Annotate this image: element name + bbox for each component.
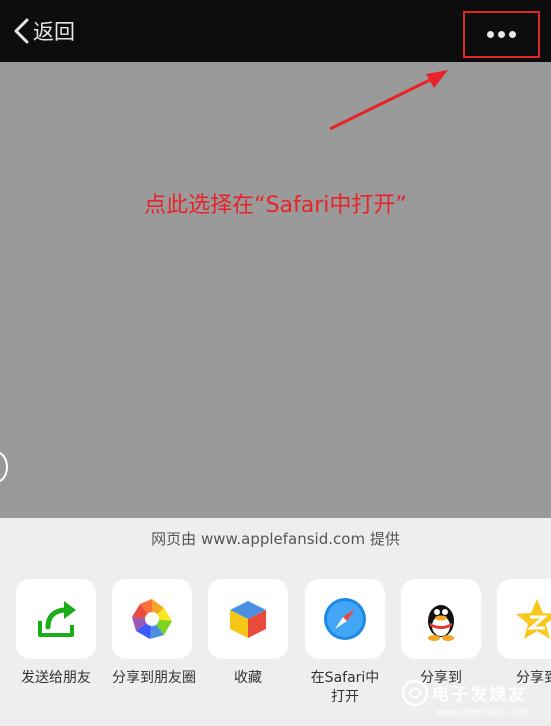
share-item-favorites[interactable]: 收藏 [208, 579, 288, 688]
provider-text: 网页由 www.applefansid.com 提供 [151, 530, 400, 548]
qq-icon [428, 605, 454, 641]
share-tile[interactable] [305, 579, 385, 659]
annotation-text: 点此选择在“Safari中打开” [144, 193, 407, 218]
share-item-label: 收藏 [234, 670, 262, 686]
share-tile[interactable] [112, 579, 192, 659]
share-tile[interactable] [401, 579, 481, 659]
share-item-label: 在Safari中 打开 [310, 670, 380, 705]
web-content-area: 点此选择在“Safari中打开” [0, 62, 551, 518]
more-menu-button[interactable] [463, 11, 540, 58]
share-item-send-to-friend[interactable]: 发送给朋友 [16, 579, 96, 688]
ellipsis-icon [498, 31, 505, 38]
back-label: 返回 [33, 20, 75, 44]
ellipsis-icon [487, 31, 494, 38]
share-item-moments[interactable]: 分享到朋友圈 [112, 579, 196, 688]
favorites-icon [230, 601, 266, 638]
annotation-arrow [329, 70, 448, 131]
share-tile[interactable] [497, 579, 551, 659]
safari-icon [324, 598, 366, 640]
share-item-open-in-safari[interactable]: 在Safari中 打开 [305, 579, 385, 707]
ellipsis-icon [509, 31, 516, 38]
chevron-left-icon [14, 18, 29, 44]
top-navigation-bar: 返回 [0, 0, 551, 62]
qzone-icon [516, 599, 551, 639]
back-button[interactable]: 返回 [12, 16, 75, 46]
watermark-url: www.elecfans.com [436, 707, 530, 718]
send-to-friend-icon [38, 601, 76, 637]
watermark-name: 电子发烧友 [432, 685, 527, 705]
share-item-label: 发送给朋友 [21, 670, 91, 686]
share-item-label: 分享到朋友圈 [112, 670, 196, 686]
watermark: 电子发烧友 www.elecfans.com [400, 672, 551, 726]
moments-icon [132, 599, 172, 639]
share-tile[interactable] [16, 579, 96, 659]
watermark-logo [401, 679, 429, 707]
share-tile[interactable] [208, 579, 288, 659]
